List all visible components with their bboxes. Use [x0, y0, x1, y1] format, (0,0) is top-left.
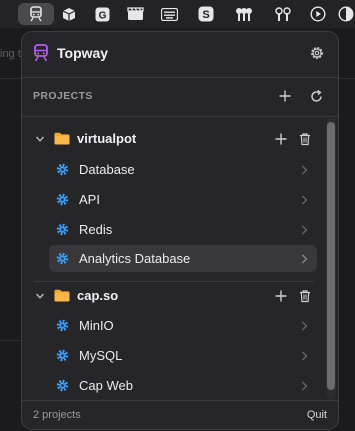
chevron-right-icon [302, 381, 308, 391]
popover-header: Topway [22, 32, 338, 77]
service-gear-icon [56, 223, 69, 236]
project-name: cap.so [77, 288, 119, 303]
section-divider [22, 116, 338, 117]
trash-icon[interactable] [298, 289, 312, 303]
service-gear-icon [56, 319, 69, 332]
background-divider [0, 340, 22, 341]
topway-popover: Topway PROJECTS virtualpot Database API … [21, 31, 339, 430]
contrast-icon[interactable] [337, 4, 355, 24]
background-divider [0, 78, 22, 79]
project-count: 2 projects [33, 409, 81, 421]
footer-divider [22, 400, 338, 401]
chevron-right-icon [302, 351, 308, 361]
svg-text:G: G [98, 10, 106, 21]
quit-button[interactable]: Quit [307, 409, 327, 421]
chevron-down-icon[interactable] [35, 291, 45, 301]
service-row-mysql[interactable]: MySQL [49, 342, 317, 369]
service-label: MySQL [79, 348, 123, 363]
service-gear-icon [56, 349, 69, 362]
service-label: Cap Web [79, 378, 133, 393]
chevron-right-icon [302, 165, 308, 175]
project-row-virtualpot[interactable]: virtualpot [22, 126, 322, 152]
service-row-redis[interactable]: Redis [49, 216, 317, 243]
add-service-plus-icon[interactable] [274, 132, 288, 146]
box-icon[interactable] [60, 4, 78, 24]
project-name: virtualpot [77, 131, 137, 146]
app-title: Topway [57, 45, 109, 61]
folder-icon [54, 132, 70, 145]
scrollbar-thumb[interactable] [327, 122, 335, 390]
train-icon [30, 6, 42, 22]
service-row-database[interactable]: Database [49, 156, 317, 183]
service-label: API [79, 192, 100, 207]
scrollbar[interactable] [326, 118, 336, 400]
add-service-plus-icon[interactable] [274, 289, 288, 303]
train-icon [34, 44, 48, 62]
header-divider [22, 77, 338, 78]
service-label: Database [79, 162, 135, 177]
chevron-right-icon [302, 321, 308, 331]
clapperboard-icon[interactable] [125, 4, 145, 24]
service-row-analytics-database[interactable]: Analytics Database [49, 245, 317, 272]
trash-icon[interactable] [298, 132, 312, 146]
skype-icon[interactable]: S [197, 4, 215, 24]
project-row-cap-so[interactable]: cap.so [22, 283, 322, 309]
service-label: MinIO [79, 318, 114, 333]
service-row-api[interactable]: API [49, 186, 317, 213]
service-gear-icon [56, 163, 69, 176]
keyboard-icon[interactable] [159, 4, 179, 24]
add-project-plus-icon[interactable] [278, 89, 292, 103]
service-row-minio[interactable]: MinIO [49, 312, 317, 339]
service-gear-icon [56, 379, 69, 392]
airpods-icon[interactable] [274, 4, 292, 24]
chevron-right-icon [302, 254, 308, 264]
service-gear-icon [56, 252, 69, 265]
topway-menu-extra[interactable] [18, 3, 54, 25]
gpu-icon[interactable]: G [93, 4, 111, 24]
microphone-icon[interactable] [233, 4, 255, 24]
service-label: Redis [79, 222, 113, 237]
folder-icon [54, 289, 70, 302]
project-divider [34, 281, 314, 282]
refresh-icon[interactable] [309, 89, 324, 104]
background-divider [339, 78, 355, 79]
service-row-cap-web[interactable]: Cap Web [49, 372, 317, 399]
background-app-text: ing to [0, 48, 22, 60]
chevron-right-icon [302, 225, 308, 235]
menu-bar: G S [0, 0, 355, 28]
chevron-down-icon[interactable] [35, 134, 45, 144]
svg-text:S: S [202, 9, 209, 21]
play-icon[interactable] [309, 4, 327, 24]
service-label: Analytics Database [79, 251, 191, 266]
projects-section-label: PROJECTS [33, 90, 93, 102]
chevron-right-icon [302, 195, 308, 205]
service-gear-icon [56, 193, 69, 206]
settings-gear-icon[interactable] [309, 45, 325, 61]
